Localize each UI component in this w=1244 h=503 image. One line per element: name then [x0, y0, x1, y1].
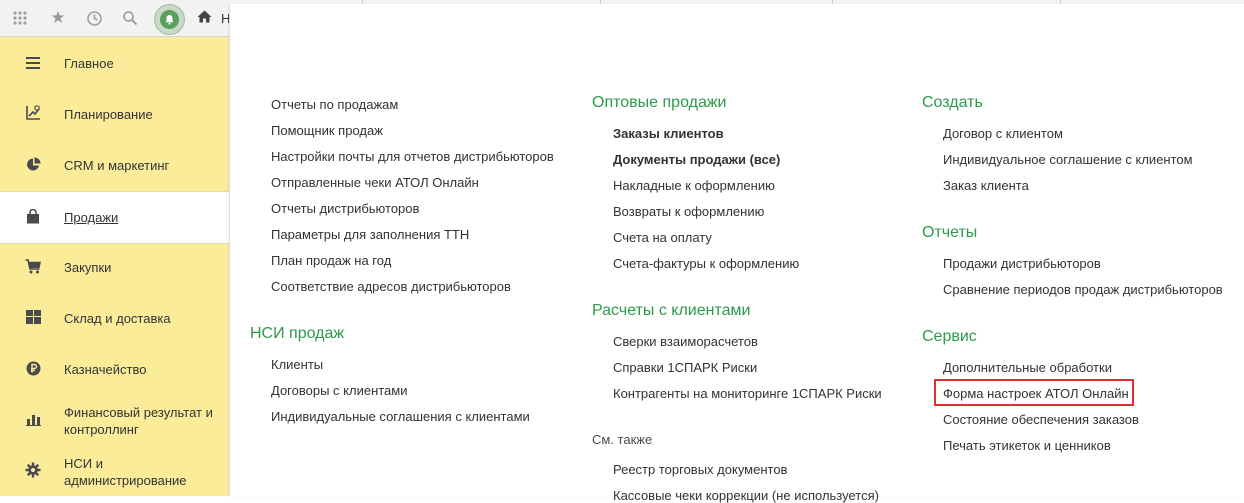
sidebar-item-planning[interactable]: Планирование: [0, 89, 229, 140]
link-distributor-sales[interactable]: Продажи дистрибьюторов: [943, 256, 1101, 271]
cart-icon: [24, 258, 42, 277]
sidebar-item-label: CRM и маркетинг: [64, 158, 170, 173]
link-payment-invoices[interactable]: Счета на оплату: [613, 230, 712, 245]
history-icon[interactable]: [82, 0, 106, 36]
sidebar-item-label: Планирование: [64, 107, 153, 122]
gear-icon: [24, 462, 42, 481]
ruble-coin-icon: [24, 361, 42, 379]
shopping-bag-icon: [24, 208, 42, 227]
notifications-button[interactable]: [154, 4, 185, 35]
sidebar-item-finance[interactable]: Финансовый результат и контроллинг: [0, 395, 229, 446]
link-spark-monitoring[interactable]: Контрагенты на мониторинге 1СПАРК Риски: [613, 386, 882, 401]
highlight-box: [934, 379, 1134, 406]
link-client-contracts[interactable]: Договоры с клиентами: [271, 383, 407, 398]
sidebar-item-purchases[interactable]: Закупки: [0, 242, 229, 293]
sidebar-item-label: Закупки: [64, 260, 112, 275]
link-returns-to-process[interactable]: Возвраты к оформлению: [613, 204, 764, 219]
link-tax-invoices[interactable]: Счета-фактуры к оформлению: [613, 256, 799, 271]
link-additional-processing[interactable]: Дополнительные обработки: [943, 360, 1112, 375]
link-trade-documents-registry[interactable]: Реестр торговых документов: [613, 462, 787, 477]
menu-icon: [24, 56, 42, 72]
sidebar-item-warehouse[interactable]: Склад и доставка: [0, 293, 229, 344]
sidebar-item-label: Главное: [64, 56, 114, 71]
link-create-agreement[interactable]: Индивидуальное соглашение с клиентом: [943, 152, 1193, 167]
heading-sales-reference-data: НСИ продаж: [250, 325, 345, 342]
link-invoices-to-process[interactable]: Накладные к оформлению: [613, 178, 775, 193]
link-period-comparison[interactable]: Сравнение периодов продаж дистрибьюторов: [943, 282, 1223, 297]
sidebar-item-main[interactable]: Главное: [0, 38, 229, 89]
bell-icon: [160, 10, 179, 29]
sidebar-item-crm[interactable]: CRM и маркетинг: [0, 140, 229, 191]
sidebar-item-label: Продажи: [64, 210, 119, 225]
link-clients[interactable]: Клиенты: [271, 357, 323, 372]
link-distributor-reports[interactable]: Отчеты дистрибьюторов: [271, 201, 419, 216]
link-client-orders[interactable]: Заказы клиентов: [613, 126, 724, 141]
link-create-order[interactable]: Заказ клиента: [943, 178, 1029, 193]
sidebar-item-admin[interactable]: НСИ и администрирование: [0, 446, 229, 497]
see-also-label: См. также: [592, 432, 653, 447]
link-spark-reports[interactable]: Справки 1СПАРК Риски: [613, 360, 757, 375]
link-distributor-mail-settings[interactable]: Настройки почты для отчетов дистрибьютор…: [271, 149, 554, 164]
heading-client-settlements: Расчеты с клиентами: [592, 302, 751, 319]
heading-service: Сервис: [922, 328, 977, 345]
link-ttn-parameters[interactable]: Параметры для заполнения ТТН: [271, 227, 469, 242]
heading-reports: Отчеты: [922, 224, 978, 241]
sidebar-item-sales[interactable]: Продажи: [0, 191, 229, 244]
link-create-contract[interactable]: Договор с клиентом: [943, 126, 1063, 141]
sidebar-item-label: Казначейство: [64, 362, 147, 377]
sidebar-item-label: Склад и доставка: [64, 311, 171, 326]
apps-grid-icon[interactable]: [8, 0, 32, 36]
heading-create: Создать: [922, 94, 983, 111]
home-icon[interactable]: [197, 10, 212, 27]
link-sent-atol-receipts[interactable]: Отправленные чеки АТОЛ Онлайн: [271, 175, 479, 190]
link-sales-reports[interactable]: Отчеты по продажам: [271, 97, 398, 112]
link-annual-sales-plan[interactable]: План продаж на год: [271, 253, 391, 268]
sidebar-item-label: Финансовый результат и контроллинг: [64, 404, 213, 437]
link-distributor-addresses[interactable]: Соответствие адресов дистрибьюторов: [271, 279, 511, 294]
pie-chart-icon: [24, 157, 42, 175]
sections-sidebar: Главное Планирование CRM и маркетинг Про…: [0, 37, 230, 496]
bar-chart-icon: [24, 412, 42, 429]
link-individual-agreements[interactable]: Индивидуальные соглашения с клиентами: [271, 409, 530, 424]
sidebar-item-treasury[interactable]: Казначейство: [0, 344, 229, 395]
link-order-provision-status[interactable]: Состояние обеспечения заказов: [943, 412, 1139, 427]
planning-chart-icon: [24, 105, 42, 124]
star-icon[interactable]: ★: [46, 0, 70, 36]
warehouse-grid-icon: [24, 310, 42, 327]
link-reconciliations[interactable]: Сверки взаиморасчетов: [613, 334, 758, 349]
link-sales-assistant[interactable]: Помощник продаж: [271, 123, 383, 138]
search-icon[interactable]: [118, 0, 142, 36]
link-sales-documents[interactable]: Документы продажи (все): [613, 152, 780, 167]
heading-wholesale: Оптовые продажи: [592, 94, 727, 111]
sidebar-item-label: НСИ и администрирование: [64, 455, 187, 488]
link-print-labels[interactable]: Печать этикеток и ценников: [943, 438, 1111, 453]
